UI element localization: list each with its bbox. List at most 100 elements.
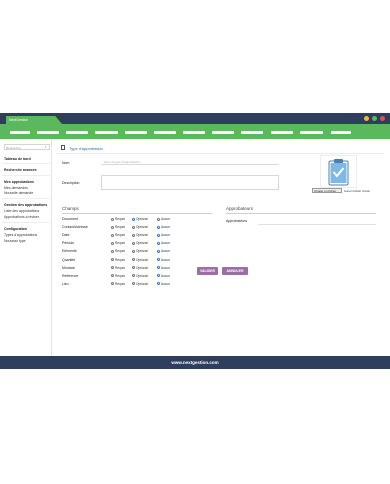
nav-menu-item[interactable] (66, 131, 88, 134)
radio-option[interactable]: Requis (111, 249, 125, 253)
radio-button[interactable] (111, 274, 114, 278)
sidebar-heading-configuration[interactable]: Configuration (4, 227, 27, 231)
name-input[interactable]: Nom du type d'approbation (101, 158, 279, 165)
radio-option-label: Requis (115, 233, 125, 238)
sidebar-item-dashboard[interactable]: Tableau de bord (4, 157, 31, 161)
radio-option[interactable]: Optional (132, 282, 148, 286)
radio-button[interactable] (132, 217, 135, 221)
champs-row-label: Période (62, 241, 75, 246)
radio-option[interactable]: Requis (111, 266, 125, 270)
radio-option[interactable]: Aucun (157, 217, 170, 221)
nav-menu-item[interactable] (300, 131, 323, 134)
radio-button[interactable] (111, 282, 114, 286)
radio-option[interactable]: Requis (111, 274, 125, 278)
radio-button[interactable] (132, 282, 135, 286)
radio-option-label: Optional (136, 217, 148, 221)
radio-button[interactable] (132, 274, 135, 278)
sidebar-item-advanced-search[interactable]: Recherche avancée (4, 168, 37, 172)
nav-menu-item[interactable] (10, 131, 30, 134)
radio-button[interactable] (157, 233, 160, 237)
approbateurs-label: Approbateurs (226, 219, 248, 223)
cancel-button[interactable]: ANNULER (222, 267, 248, 275)
radio-button[interactable] (157, 266, 160, 270)
radio-button[interactable] (157, 225, 160, 229)
radio-option[interactable]: Requis (111, 225, 125, 229)
radio-button[interactable] (157, 274, 160, 278)
radio-option[interactable]: Optional (132, 266, 148, 270)
radio-option[interactable]: Optional (132, 249, 148, 253)
radio-option[interactable]: Requis (111, 217, 125, 221)
radio-option[interactable]: Aucun (157, 241, 170, 245)
sidebar-heading-my-approvals[interactable]: Mes approbations (4, 180, 34, 184)
sidebar-item-approval-types[interactable]: Types d'approbations (4, 233, 37, 237)
radio-option[interactable]: Aucun (157, 258, 170, 262)
radio-button[interactable] (132, 249, 135, 253)
description-textarea[interactable] (101, 175, 279, 190)
radio-option[interactable]: Aucun (157, 282, 170, 286)
nav-menu-item[interactable] (37, 131, 59, 134)
radio-button[interactable] (111, 225, 114, 229)
window-minimize-dot[interactable] (364, 116, 369, 121)
clipboard-check-icon[interactable] (320, 155, 357, 188)
radio-button[interactable] (157, 258, 160, 261)
sidebar-item-approvals-to-review[interactable]: Approbations à réviser (4, 215, 39, 219)
page-title: Type d'approbation (69, 146, 103, 151)
radio-option-label: Requis (115, 217, 125, 221)
radio-option[interactable]: Optional (132, 225, 148, 229)
radio-button[interactable] (132, 241, 135, 245)
file-status-text: Aucun fichier choisi (344, 189, 370, 193)
nav-menu-item[interactable] (212, 131, 234, 134)
radio-option[interactable]: Requis (111, 233, 125, 237)
radio-button[interactable] (157, 249, 160, 253)
radio-option[interactable]: Requis (111, 282, 125, 286)
sidebar-search-input[interactable]: Recherche (4, 144, 50, 150)
nav-menu-item[interactable] (95, 131, 118, 134)
radio-option[interactable]: Optional (132, 258, 148, 262)
radio-option-label: Requis (115, 225, 125, 230)
champs-row: Lieu Requis Optional Aucun (62, 281, 202, 288)
radio-option[interactable]: Aucun (157, 249, 170, 253)
champs-row-label: Document (62, 217, 78, 221)
nav-menu-item[interactable] (331, 131, 351, 134)
radio-option[interactable]: Aucun (157, 225, 170, 229)
radio-option[interactable]: Aucun (157, 274, 170, 278)
nav-menu-item[interactable] (241, 131, 263, 134)
sidebar-item-new-request[interactable]: Nouvelle demande (4, 191, 33, 195)
radio-button[interactable] (111, 258, 114, 261)
radio-button[interactable] (157, 217, 160, 221)
radio-option[interactable]: Aucun (157, 266, 170, 270)
radio-option[interactable]: Requis (111, 258, 125, 262)
radio-button[interactable] (132, 258, 135, 261)
radio-button[interactable] (111, 233, 114, 237)
window-maximize-dot[interactable] (372, 116, 377, 121)
nav-menu-item[interactable] (154, 131, 176, 134)
sidebar-item-new-type[interactable]: Nouveau type (4, 239, 26, 243)
browser-tab[interactable]: NextGestion (6, 116, 62, 124)
radio-button[interactable] (132, 233, 135, 237)
radio-button[interactable] (132, 266, 135, 270)
nav-menu-item[interactable] (183, 131, 205, 134)
radio-option[interactable]: Optional (132, 241, 148, 245)
nav-menu-item[interactable] (125, 131, 147, 134)
radio-button[interactable] (111, 217, 114, 221)
radio-button[interactable] (111, 266, 114, 270)
radio-option[interactable]: Optional (132, 233, 148, 237)
radio-button[interactable] (157, 241, 160, 245)
validate-button[interactable]: VALIDER (197, 267, 218, 275)
window-close-dot[interactable] (380, 116, 385, 121)
radio-option[interactable]: Optional (132, 274, 148, 278)
radio-option[interactable]: Requis (111, 241, 125, 245)
radio-button[interactable] (111, 249, 114, 253)
nav-menu-item[interactable] (271, 131, 293, 134)
radio-option[interactable]: Aucun (157, 233, 170, 237)
radio-button[interactable] (111, 241, 114, 245)
sidebar-heading-approval-management[interactable]: Gestion des approbations (4, 203, 47, 207)
radio-option[interactable]: Optional (132, 217, 148, 221)
approbateurs-input[interactable] (258, 224, 376, 225)
radio-option-label: Optional (136, 233, 148, 238)
sidebar-item-my-requests[interactable]: Mes demandes (4, 186, 28, 190)
sidebar-item-approval-list[interactable]: Liste des approbations (4, 209, 39, 213)
radio-button[interactable] (132, 225, 135, 229)
choose-file-button[interactable]: Choisir un fichier (312, 188, 342, 193)
radio-button[interactable] (157, 282, 160, 286)
